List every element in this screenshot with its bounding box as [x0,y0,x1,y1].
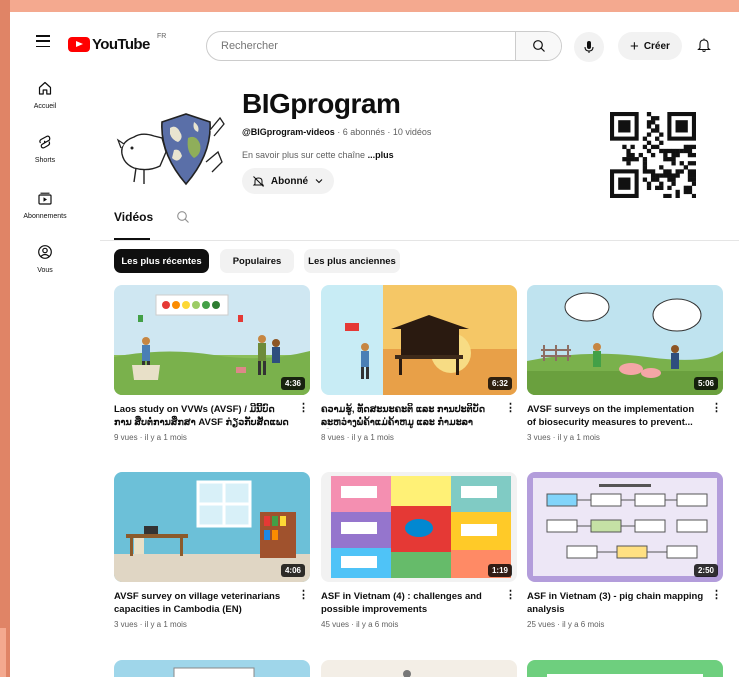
video-card[interactable]: 4:36 Laos study on VVWs (AVSF) / ມີນີ້ບົ… [114,285,310,442]
more-options-button[interactable]: ⋮ [711,403,722,414]
video-thumbnail[interactable] [527,660,723,677]
shorts-icon [39,135,51,149]
microphone-icon [584,41,594,53]
channel-avatar[interactable] [114,92,234,202]
search-icon [177,211,189,223]
bell-off-icon [252,175,265,187]
channel-search-button[interactable] [176,210,190,229]
logo-text: YouTube [92,36,150,53]
youtube-window: YouTube FR + Créer Accueil Shorts [10,12,739,677]
more-options-button[interactable]: ⋮ [298,590,309,601]
video-card[interactable]: 2:50 ASF in Vietnam (3) - pig chain mapp… [527,472,723,629]
sidebar-item-abonnements[interactable]: Abonnements [10,190,80,220]
search-box [206,31,562,61]
video-duration: 4:36 [280,377,305,390]
channel-desc-text: En savoir plus sur cette chaîne [242,150,368,160]
sidebar-item-accueil[interactable]: Accueil [10,80,80,110]
home-icon [38,81,52,95]
channel-description[interactable]: En savoir plus sur cette chaîne ...plus [242,150,394,160]
youtube-logo[interactable]: YouTube FR [68,33,166,53]
channel-stats: · 6 abonnés · 10 vidéos [334,127,432,137]
channel-handle: @BIGprogram-videos [242,127,335,137]
search-button[interactable] [515,32,561,60]
subscribed-label: Abonné [270,175,309,187]
top-bar: YouTube FR + Créer [10,12,739,68]
video-title[interactable]: ຄວາມຮູ້, ທັດສະນະຄະຕິ ແລະ ການປະຕິບັດ ລະຫວ… [321,403,499,429]
tabs-divider [100,240,739,241]
you-icon [38,245,52,259]
voice-search-button[interactable] [574,32,604,62]
subscriptions-icon [38,192,52,205]
more-options-button[interactable]: ⋮ [711,590,722,601]
video-duration: 2:50 [693,564,718,577]
video-thumbnail[interactable]: 4:36 [114,285,310,395]
video-meta: 3 vues · il y a 1 mois [527,433,600,442]
youtube-play-icon [68,37,90,52]
tab-videos[interactable]: Vidéos [114,210,154,224]
video-thumbnail[interactable]: 6:32 [321,285,517,395]
video-title[interactable]: AVSF surveys on the implementation of bi… [527,403,705,429]
search-icon [532,40,545,52]
sidebar-item-label: Abonnements [23,213,67,220]
sidebar-item-label: Accueil [33,103,57,110]
create-button[interactable]: + Créer [618,32,682,60]
qr-code-image [610,112,697,199]
video-meta: 9 vues · il y a 1 mois [114,433,187,442]
page-border-bottom [0,628,6,677]
video-card[interactable]: 1:19 ASF in Vietnam (4) : challenges and… [321,472,517,629]
video-card[interactable]: 5:06 AVSF surveys on the implementation … [527,285,723,442]
video-duration: 6:32 [487,377,512,390]
more-options-button[interactable]: ⋮ [505,403,516,414]
video-card[interactable]: 6:32 ຄວາມຮູ້, ທັດສະນະຄະຕິ ແລະ ການປະຕິບັດ… [321,285,517,442]
more-options-button[interactable]: ⋮ [298,403,309,414]
sidebar-item-label: Vous [37,267,53,274]
video-thumbnail[interactable] [321,660,517,677]
plus-icon: + [630,37,639,55]
video-thumbnail[interactable]: 5:06 [527,285,723,395]
video-duration: 1:19 [487,564,512,577]
chip-most-recent[interactable]: Les plus récentes [114,249,209,273]
video-meta: 25 vues · il y a 6 mois [527,620,605,629]
video-duration: 5:06 [693,377,718,390]
notifications-button[interactable] [694,34,714,56]
more-link[interactable]: ...plus [368,150,394,160]
bell-icon [697,38,711,53]
search-input[interactable] [221,37,511,55]
menu-icon[interactable] [36,35,50,47]
video-thumbnail[interactable] [114,660,310,677]
video-card[interactable]: 4:06 AVSF survey on village veterinarian… [114,472,310,629]
video-thumbnail[interactable]: 4:06 [114,472,310,582]
video-title[interactable]: ASF in Vietnam (4) : challenges and poss… [321,590,499,616]
video-meta: 3 vues · il y a 1 mois [114,620,187,629]
video-duration: 4:06 [280,564,305,577]
chip-oldest[interactable]: Les plus anciennes [304,249,400,273]
chevron-down-icon [315,179,323,184]
video-thumbnail[interactable]: 2:50 [527,472,723,582]
channel-meta: @BIGprogram-videos · 6 abonnés · 10 vidé… [242,127,431,137]
country-code: FR [157,33,167,40]
video-title[interactable]: Laos study on VVWs (AVSF) / ມີນີ້ບົດການ … [114,403,292,429]
video-title[interactable]: AVSF survey on village veterinarians cap… [114,590,292,616]
chip-popular[interactable]: Populaires [220,249,294,273]
sidebar-item-label: Shorts [34,157,56,164]
video-meta: 8 vues · il y a 1 mois [321,433,394,442]
more-options-button[interactable]: ⋮ [505,590,516,601]
create-label: Créer [643,40,670,52]
channel-name: BIGprogram [242,88,401,119]
video-thumbnail[interactable]: 1:19 [321,472,517,582]
video-title[interactable]: ASF in Vietnam (3) - pig chain mapping a… [527,590,705,616]
sidebar-item-vous[interactable]: Vous [10,244,80,274]
left-border [0,0,10,677]
video-meta: 45 vues · il y a 6 mois [321,620,399,629]
subscribed-button[interactable]: Abonné [242,168,334,194]
sidebar-item-shorts[interactable]: Shorts [10,134,80,164]
